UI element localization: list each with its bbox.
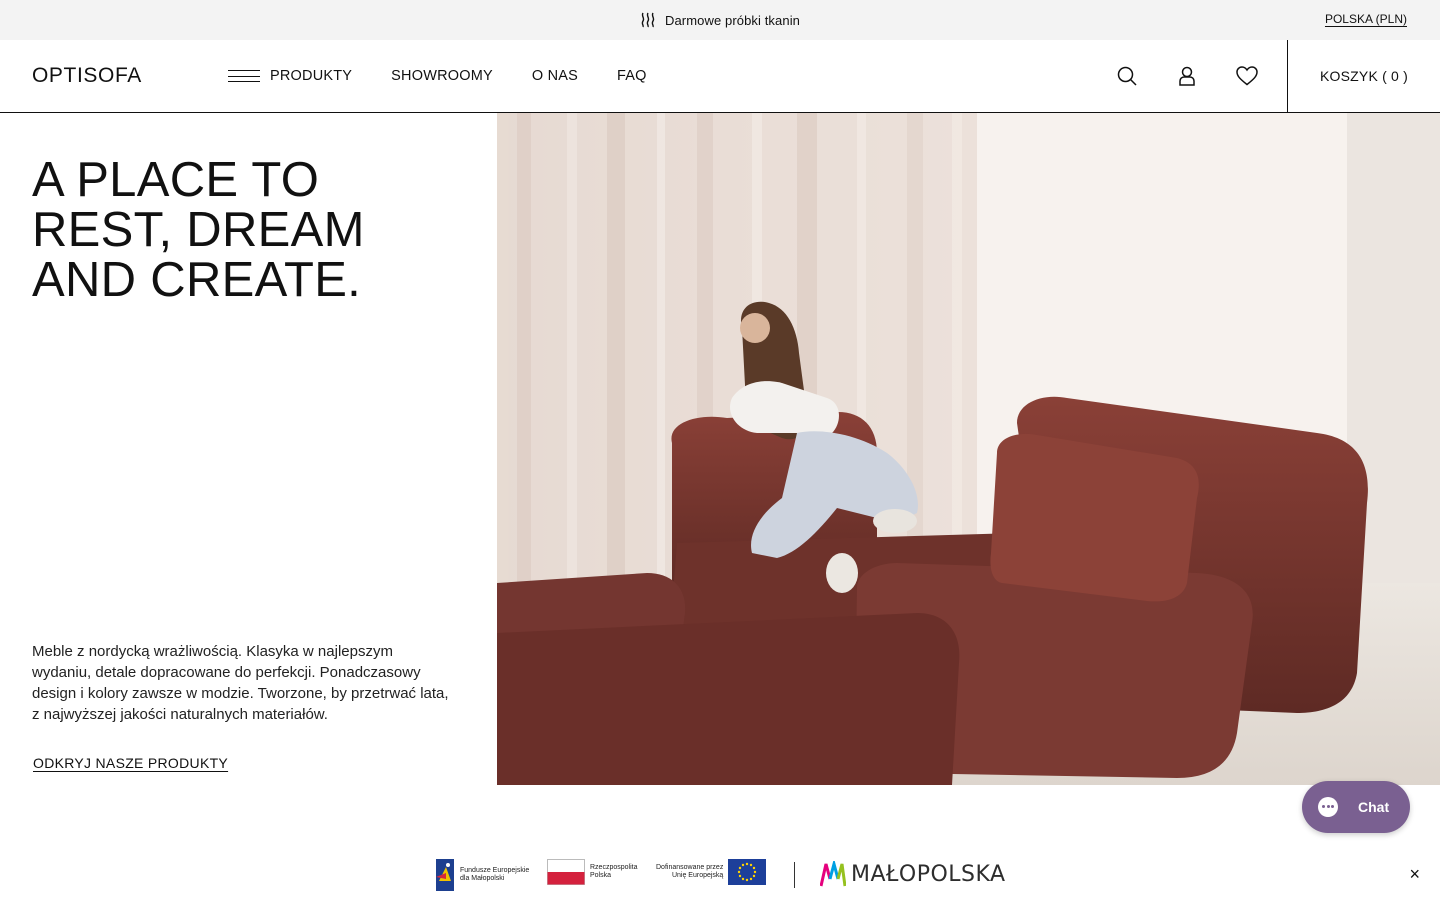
nav-label-produkty: PRODUKTY — [270, 68, 353, 84]
polish-flag-icon — [547, 859, 585, 885]
fe-line1: Fundusze Europejskie — [460, 867, 530, 874]
rzeczpospolita-polska-logo: Rzeczpospolita Polska — [547, 859, 637, 885]
hero-photo-sofa-woman — [497, 113, 1440, 785]
nav-item-o-nas[interactable]: O NAS — [532, 68, 578, 84]
eu-line2: Unię Europejską — [671, 872, 724, 879]
rp-line2: Polska — [590, 872, 612, 879]
menu-icon — [228, 70, 260, 82]
fundusze-europejskie-logo: Fundusze Europejskie dla Małopolski — [436, 859, 529, 891]
wishlist-heart-icon — [1236, 66, 1258, 86]
account-button[interactable] — [1175, 64, 1199, 88]
promo-text: Darmowe próbki tkanin — [664, 12, 801, 28]
hero-headline: A PLACE TO REST, DREAM AND CREATE. — [32, 155, 462, 305]
nav-item-showroomy[interactable]: SHOWROOMY — [391, 68, 493, 84]
search-button[interactable] — [1115, 64, 1139, 88]
free-samples-promo[interactable]: Darmowe próbki tkanin — [0, 0, 1440, 40]
hero-image — [497, 113, 1440, 785]
nav-item-faq[interactable]: FAQ — [617, 68, 647, 84]
wishlist-button[interactable] — [1235, 64, 1259, 88]
eu-line1: Dofinansowane przez — [656, 864, 724, 871]
nav-item-produkty[interactable]: PRODUKTY — [228, 68, 352, 84]
headline-line: A PLACE TO — [32, 153, 320, 207]
chat-label: Chat — [1358, 799, 1390, 815]
eu-funding-banner: Fundusze Europejskie dla Małopolski Rzec… — [0, 845, 1440, 900]
nav-label-faq: FAQ — [616, 68, 647, 84]
fe-emblem-icon — [436, 859, 454, 891]
headline-line: REST, DREAM — [32, 203, 365, 257]
hero-text-panel: A PLACE TO REST, DREAM AND CREATE. Meble… — [0, 113, 497, 785]
fabric-waves-icon — [641, 12, 655, 28]
malopolska-text: MAŁOPOLSKA — [851, 861, 1006, 887]
nav-label-showroomy: SHOWROOMY — [391, 68, 493, 84]
nav-label-o-nas: O NAS — [531, 68, 578, 84]
country-currency-selector[interactable]: POLSKA (PLN) — [1325, 12, 1407, 26]
malopolska-logo: MAŁOPOLSKA — [820, 861, 1006, 887]
eu-flag-icon — [728, 859, 767, 885]
rp-line1: Rzeczpospolita — [590, 864, 638, 871]
logo-divider — [794, 862, 795, 888]
account-icon — [1179, 66, 1195, 86]
malopolska-m-icon — [820, 861, 846, 887]
fe-line2: dla Małopolski — [460, 875, 505, 882]
announcement-bar: Darmowe próbki tkanin POLSKA (PLN) — [0, 0, 1440, 40]
cart-button[interactable]: KOSZYK ( 0 ) — [1287, 40, 1440, 112]
close-funding-banner-button[interactable]: × — [1409, 865, 1420, 883]
hero-description: Meble z nordycką wrażliwością. Klasyka w… — [32, 643, 449, 723]
chat-bubble-icon — [1318, 797, 1338, 817]
discover-products-link[interactable]: ODKRYJ NASZE PRODUKTY — [33, 755, 228, 771]
headline-line: AND CREATE. — [32, 253, 362, 307]
site-logo[interactable]: OPTISOFA — [32, 64, 142, 88]
eu-cofinanced-logo: Dofinansowane przez Unię Europejską — [656, 859, 767, 885]
site-header: OPTISOFA PRODUKTY SHOWROOMY O NAS FAQ KO… — [0, 40, 1440, 113]
cart-label: KOSZYK ( 0 ) — [1320, 68, 1408, 84]
search-icon — [1117, 66, 1137, 86]
chat-launcher-button[interactable]: Chat — [1302, 781, 1410, 833]
main-nav: PRODUKTY SHOWROOMY O NAS FAQ — [228, 40, 686, 112]
